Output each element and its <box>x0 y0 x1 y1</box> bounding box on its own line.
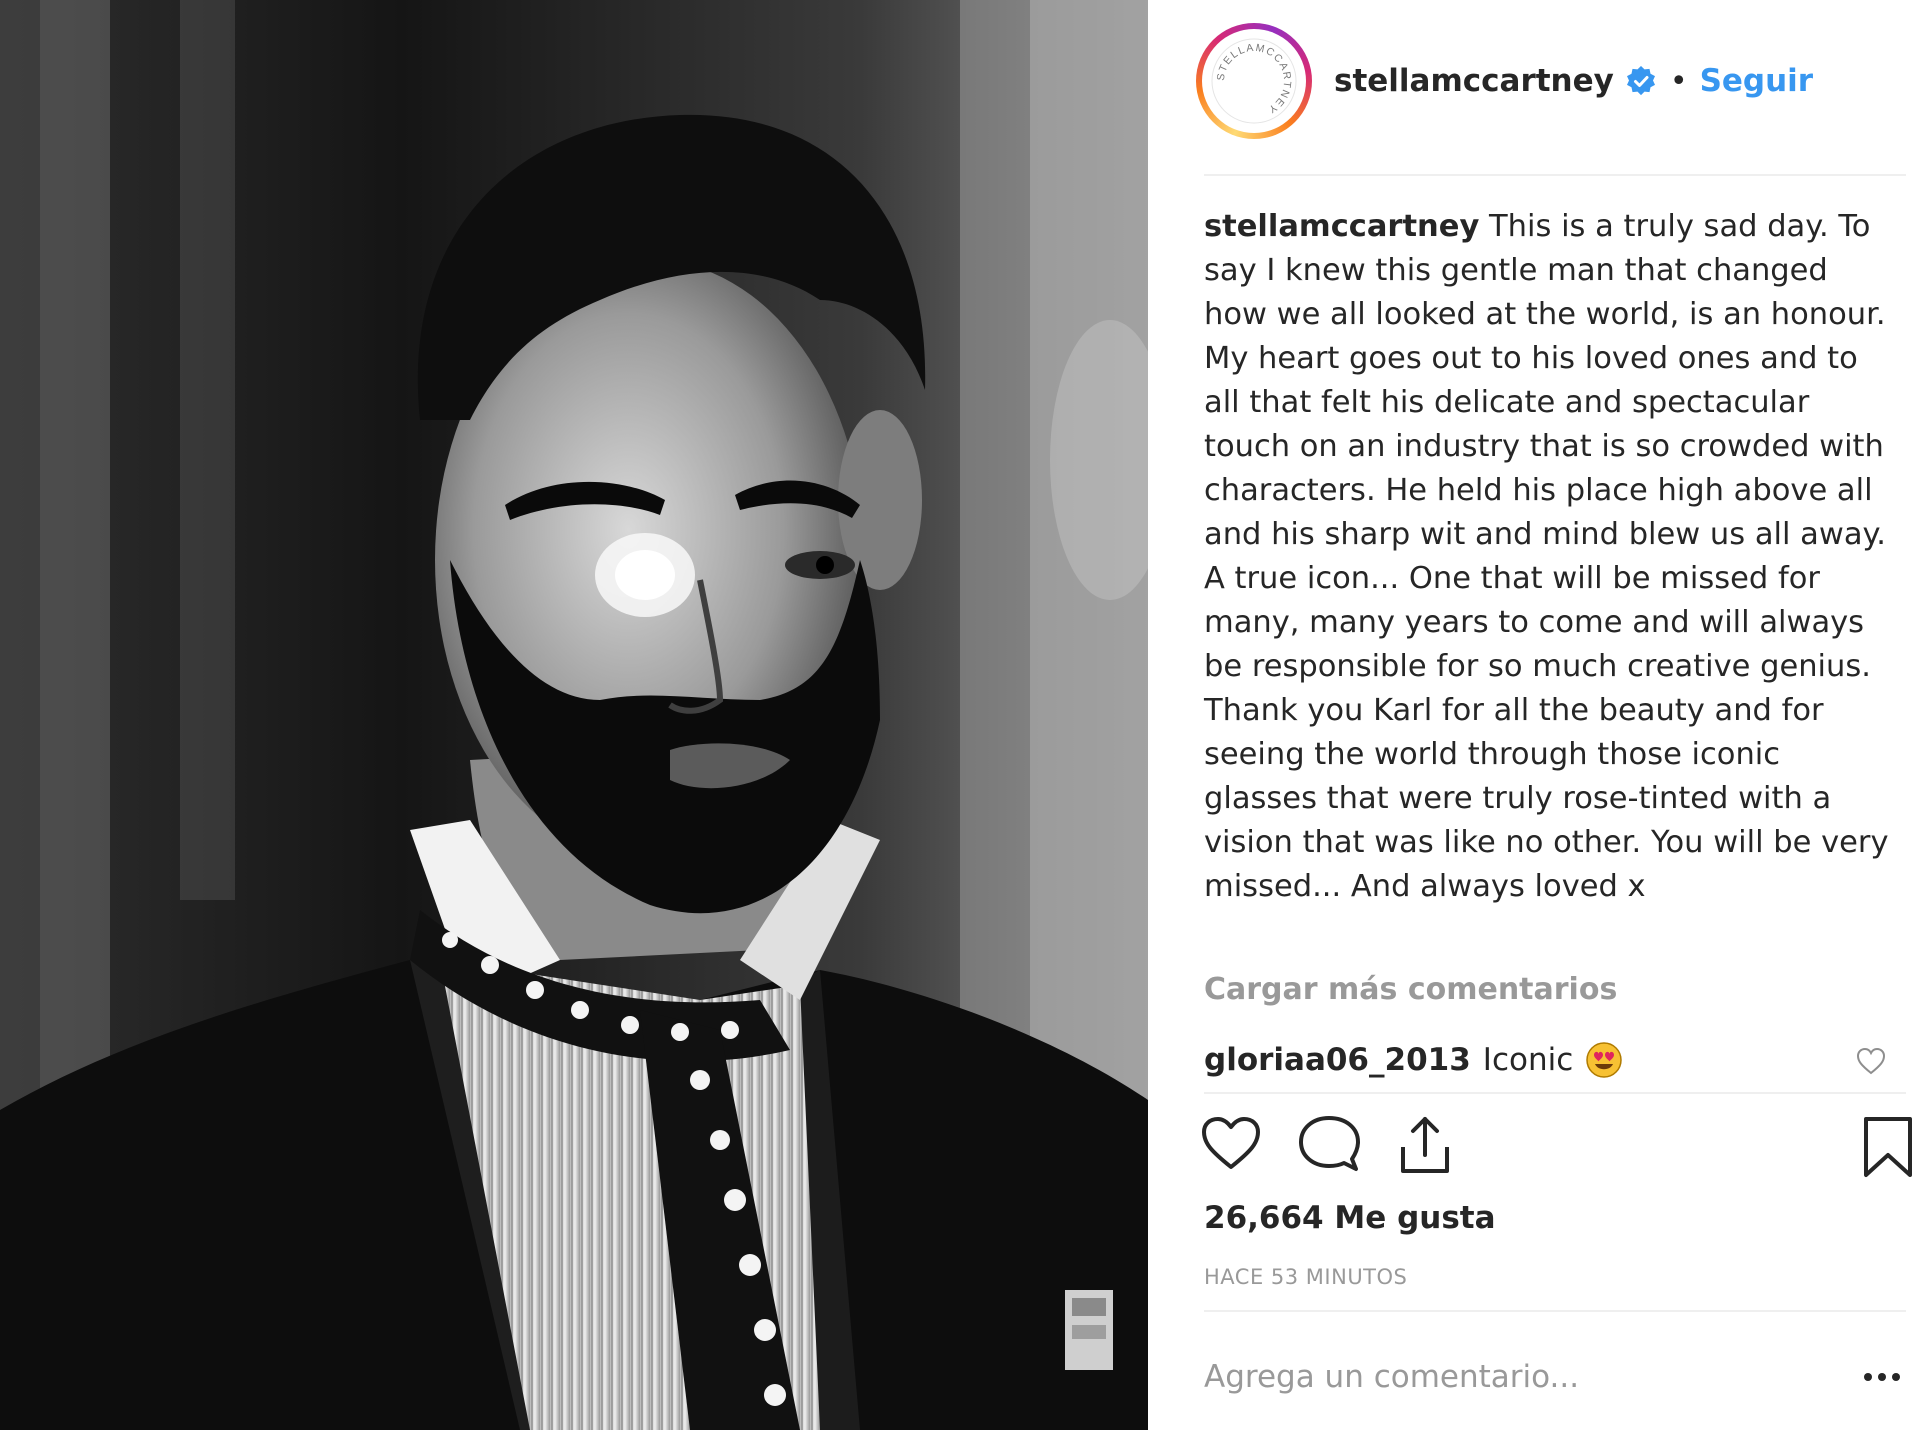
header-divider <box>1204 174 1906 176</box>
post-photo[interactable] <box>0 0 1148 1430</box>
instagram-post-view: STELLAMCCARTNEY stellamccartney • Seguir… <box>0 0 1920 1430</box>
small-heart-icon[interactable] <box>1856 1047 1886 1075</box>
comment-text: Iconic <box>1482 1042 1574 1078</box>
caption-username[interactable]: stellamccartney <box>1204 209 1479 244</box>
load-more-comments-button[interactable]: Cargar más comentarios <box>1204 972 1617 1007</box>
post-side-panel: STELLAMCCARTNEY stellamccartney • Seguir… <box>1148 0 1920 1430</box>
more-options-icon[interactable] <box>1860 1359 1904 1395</box>
post-caption: stellamccartney This is a truly sad day.… <box>1204 205 1894 909</box>
comment-bubble-icon[interactable] <box>1298 1115 1360 1173</box>
avatar[interactable]: STELLAMCCARTNEY <box>1196 23 1312 139</box>
footer-divider <box>1204 1310 1906 1312</box>
add-comment-bar <box>1204 1355 1904 1399</box>
header-separator: • <box>1669 63 1688 99</box>
add-comment-input[interactable] <box>1204 1359 1804 1395</box>
caption-text: This is a truly sad day. To say I knew t… <box>1204 209 1889 904</box>
post-author-username[interactable]: stellamccartney <box>1334 63 1614 99</box>
share-icon[interactable] <box>1395 1115 1455 1175</box>
comments-divider <box>1204 1092 1906 1094</box>
brand-logo-ring: STELLAMCCARTNEY <box>1211 38 1297 124</box>
bookmark-icon[interactable] <box>1862 1115 1914 1179</box>
comment-item: gloriaa06_2013 Iconic <box>1204 1035 1904 1085</box>
likes-count[interactable]: 26,664 Me gusta <box>1204 1200 1496 1236</box>
heart-eyes-emoji-icon <box>1586 1042 1623 1078</box>
follow-button[interactable]: Seguir <box>1700 63 1814 99</box>
post-timestamp[interactable]: HACE 53 MINUTOS <box>1204 1265 1407 1289</box>
verified-badge-icon <box>1626 66 1655 96</box>
action-bar <box>1200 1115 1914 1185</box>
portrait-photo <box>0 0 1148 1430</box>
post-header: STELLAMCCARTNEY stellamccartney • Seguir <box>1196 22 1896 140</box>
comment-username[interactable]: gloriaa06_2013 <box>1204 1042 1471 1078</box>
heart-icon[interactable] <box>1200 1115 1262 1171</box>
